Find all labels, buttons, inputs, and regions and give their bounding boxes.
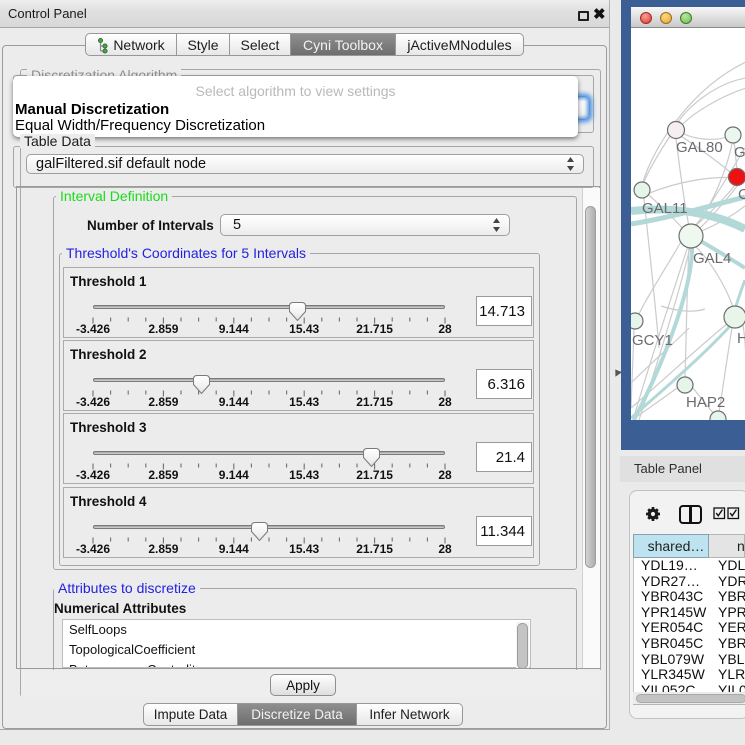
svg-text:GCY1: GCY1: [632, 332, 673, 349]
svg-text:GAL4: GAL4: [693, 250, 731, 267]
svg-text:GAL80: GAL80: [676, 139, 723, 156]
svg-text:GAL11: GAL11: [642, 200, 688, 217]
svg-text:GA: GA: [734, 144, 745, 161]
svg-text:H: H: [737, 330, 745, 347]
svg-text:HAP2: HAP2: [686, 394, 725, 411]
svg-text:C: C: [738, 186, 745, 203]
